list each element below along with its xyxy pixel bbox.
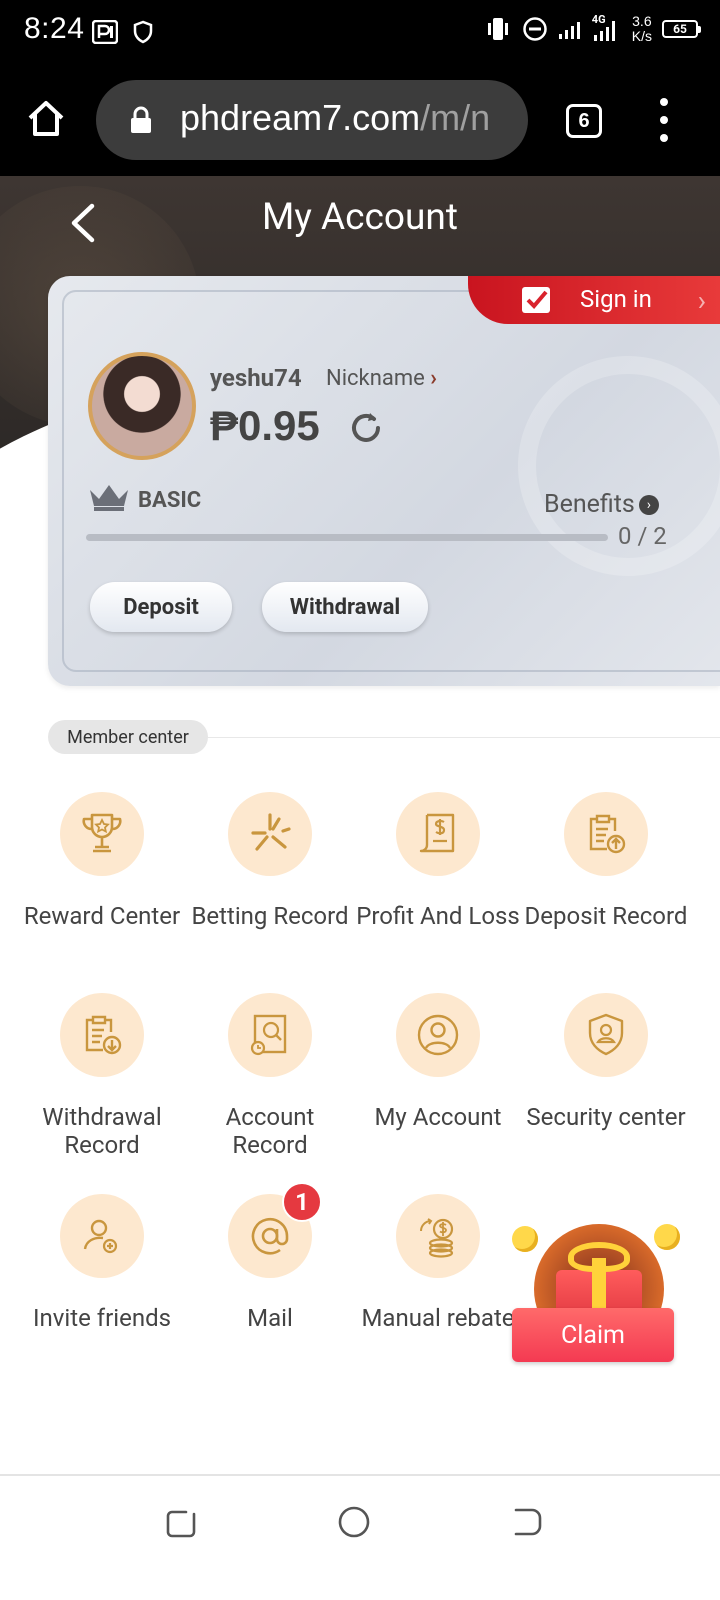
mail-item[interactable]: 1 Mail: [186, 1182, 354, 1332]
system-nav-bar: [0, 1476, 720, 1600]
recent-apps-icon[interactable]: [164, 1504, 200, 1540]
vibrate-icon: [487, 18, 508, 40]
profit-and-loss-item[interactable]: Profit And Loss: [354, 792, 522, 930]
user-circle-icon: [396, 993, 480, 1077]
vip-progress-text: 0 / 2: [618, 522, 667, 550]
claim-button[interactable]: Claim: [512, 1308, 674, 1362]
my-account-item[interactable]: My Account: [354, 993, 522, 1131]
do-not-disturb-icon: [523, 17, 547, 41]
parking-app-icon: [92, 20, 118, 44]
claim-gift-widget[interactable]: Claim: [512, 1218, 684, 1378]
home-nav-icon[interactable]: [336, 1504, 372, 1540]
divider: [208, 737, 720, 738]
vip-level: BASIC: [138, 488, 202, 513]
receipt-dollar-icon: [396, 792, 480, 876]
add-user-icon: [60, 1194, 144, 1278]
address-bar[interactable]: phdream7.com/m/n: [96, 80, 528, 160]
browser-toolbar: phdream7.com/m/n 6: [0, 64, 720, 176]
chevron-circle-icon: ›: [638, 495, 659, 516]
clipboard-download-icon: [60, 993, 144, 1077]
sign-in-button[interactable]: Sign in ›: [468, 276, 720, 324]
checkbox-icon: [522, 287, 550, 313]
chevron-right-icon: ›: [697, 284, 706, 317]
trophy-icon: [60, 792, 144, 876]
avatar[interactable]: [88, 352, 196, 460]
back-nav-icon[interactable]: [508, 1504, 544, 1540]
clipboard-upload-icon: [564, 792, 648, 876]
withdrawal-record-item[interactable]: Withdrawal Record: [18, 993, 186, 1159]
status-bar: 8:24 4G 3.6 K/s 65: [0, 0, 720, 64]
betting-record-icon: [228, 792, 312, 876]
url-text: phdream7.com/m/n: [180, 97, 491, 138]
refresh-icon[interactable]: [348, 410, 384, 446]
notification-badge: 1: [282, 1182, 322, 1222]
home-icon[interactable]: [26, 98, 66, 138]
coin-icon: [512, 1226, 538, 1252]
page-title: My Account: [262, 196, 458, 239]
signal-icon: [558, 22, 580, 39]
chevron-right-icon: ›: [430, 366, 437, 391]
benefits-link[interactable]: Benefits ›: [544, 490, 659, 519]
account-record-item[interactable]: Account Record: [186, 993, 354, 1159]
security-center-item[interactable]: Security center: [522, 993, 690, 1131]
shield-user-icon: [564, 993, 648, 1077]
crown-icon: [90, 485, 128, 511]
coin-icon: [654, 1224, 680, 1250]
account-card: Sign in › yeshu74 Nickname › ₱0.95 BASIC…: [48, 276, 720, 686]
withdrawal-button[interactable]: Withdrawal: [262, 582, 428, 632]
shield-icon: [133, 20, 153, 44]
at-sign-icon: 1: [228, 1182, 322, 1278]
account-record-icon: [228, 993, 312, 1077]
battery-icon: 65: [662, 20, 701, 38]
betting-record-item[interactable]: Betting Record: [186, 792, 354, 930]
deposit-record-item[interactable]: Deposit Record: [522, 792, 690, 930]
mobile-data-indicator: 4G: [591, 13, 622, 43]
reward-center-item[interactable]: Reward Center: [18, 792, 186, 930]
network-type: 4G: [591, 13, 606, 26]
lock-icon: [131, 106, 151, 133]
status-time: 8:24: [24, 12, 85, 45]
more-menu-icon[interactable]: [652, 98, 676, 142]
coins-icon: [396, 1194, 480, 1278]
username: yeshu74: [210, 364, 302, 392]
nickname-link[interactable]: Nickname ›: [326, 366, 437, 391]
vip-progress-bar: [86, 534, 608, 541]
deposit-button[interactable]: Deposit: [90, 582, 232, 632]
account-header: My Account Sign in › yeshu74 Nickname › …: [0, 176, 720, 716]
tab-switcher-button[interactable]: 6: [566, 104, 602, 138]
net-speed: 3.6 K/s: [631, 13, 652, 44]
manual-rebate-item[interactable]: Manual rebate: [354, 1194, 522, 1332]
invite-friends-item[interactable]: Invite friends: [18, 1194, 186, 1332]
balance-amount: ₱0.95: [210, 402, 320, 449]
member-center-label: Member center: [48, 720, 208, 754]
